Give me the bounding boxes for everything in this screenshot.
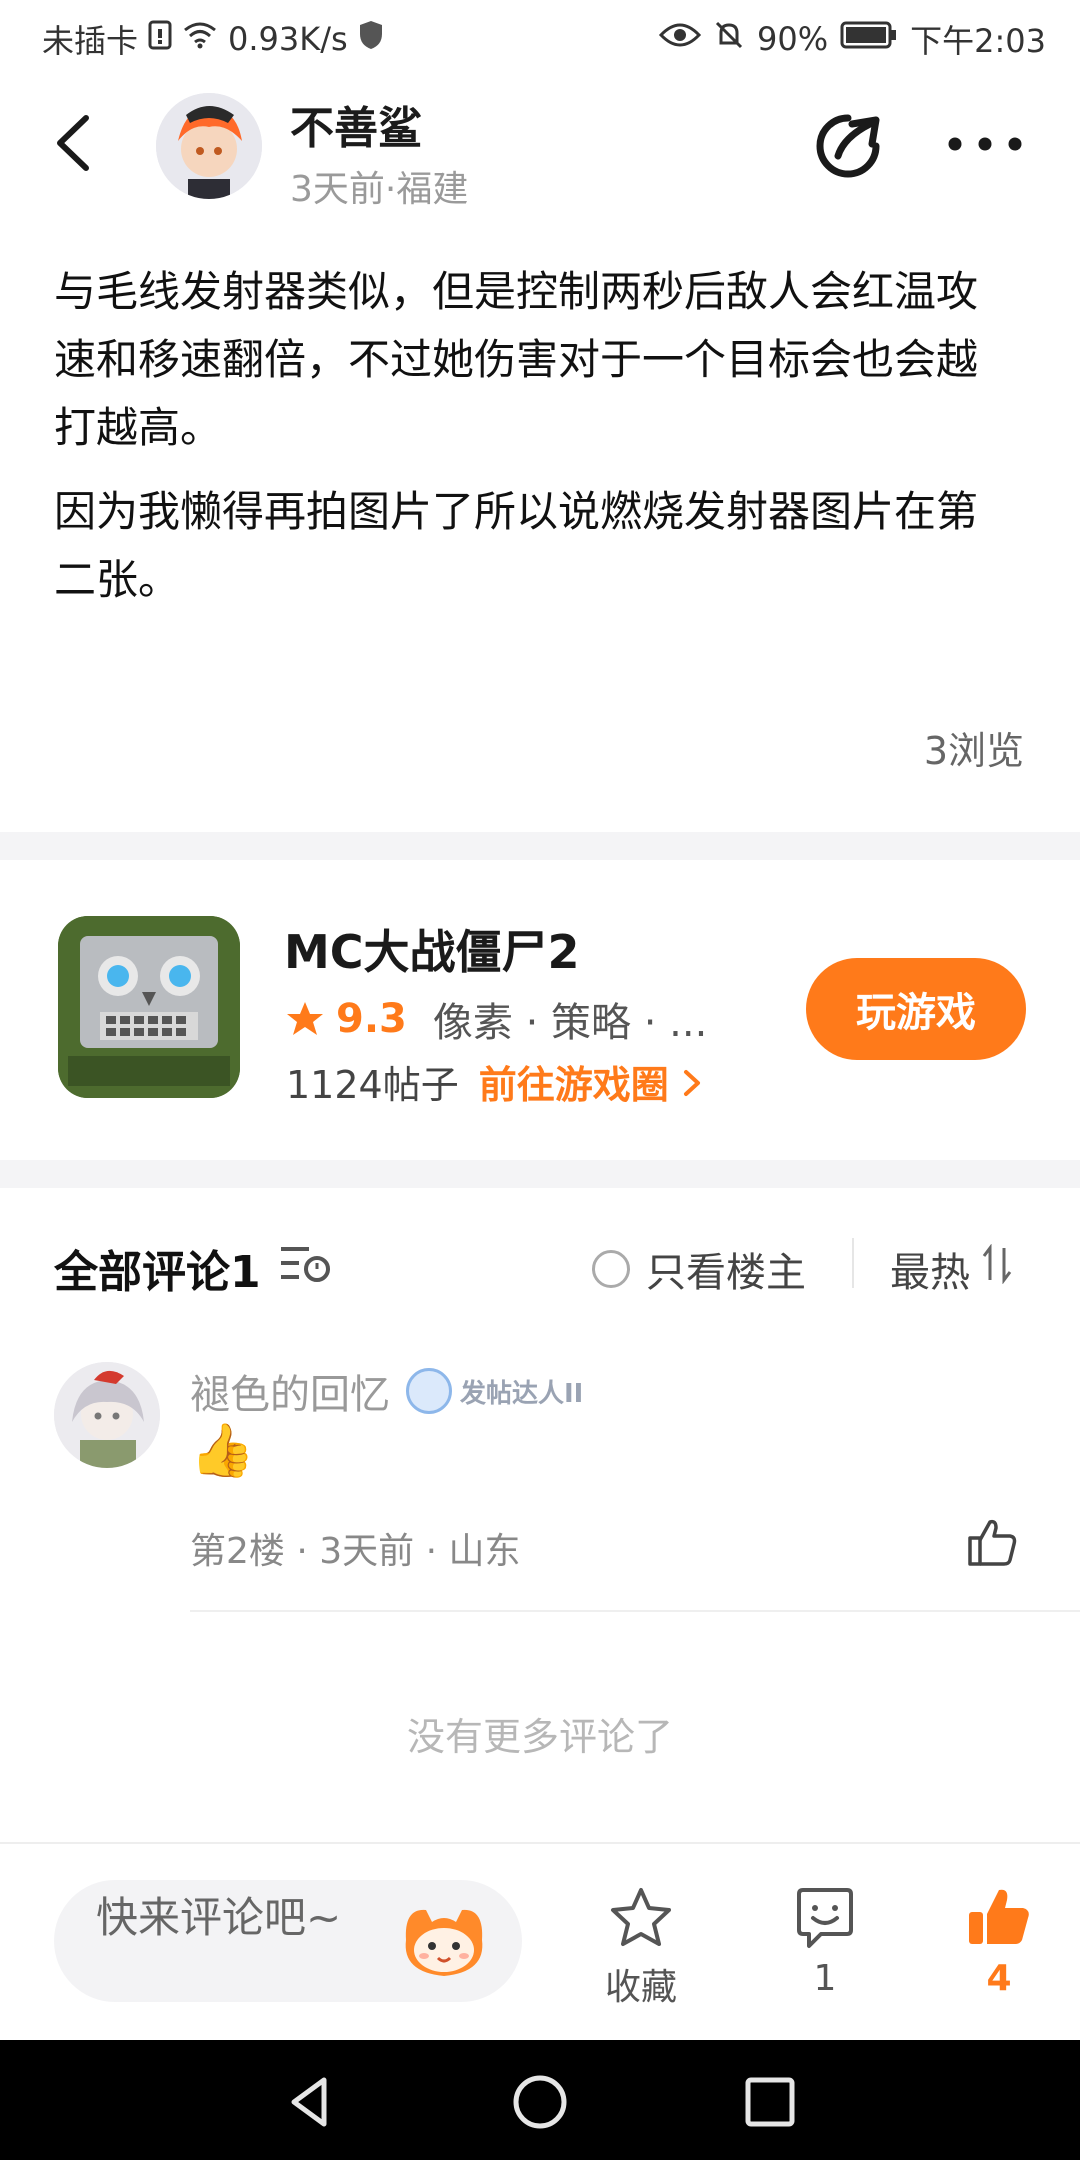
post-paragraph: 与毛线发射器类似，但是控制两秒后敌人会红温攻速和移速翻倍，不过她伤害对于一个目标… (54, 267, 979, 452)
square-recents-icon (745, 2077, 795, 2127)
comments-header: 全部评论1 (54, 1236, 333, 1300)
comment-bubble-icon (797, 1888, 853, 1948)
section-divider (0, 1160, 1080, 1188)
commenter-name[interactable]: 褪色的回忆 (190, 1362, 390, 1420)
nav-recents-button[interactable] (740, 2072, 800, 2132)
section-divider (0, 832, 1080, 860)
status-right: 90% 下午2:03 (658, 16, 1046, 62)
no-more-comments: 没有更多评论了 (406, 1715, 673, 1759)
game-logo-image (58, 916, 240, 1098)
comment-button[interactable]: 1 (750, 1884, 900, 1999)
nav-back-button[interactable] (280, 2072, 340, 2132)
play-game-button[interactable]: 玩游戏 (806, 958, 1026, 1060)
more-button[interactable] (946, 124, 1024, 164)
battery-icon (840, 20, 898, 58)
badge-icon (406, 1368, 452, 1414)
like-count: 4 (986, 1958, 1012, 1999)
favorite-button[interactable]: 收藏 (566, 1884, 716, 2010)
sort-toggle[interactable]: 最热 (890, 1240, 1012, 1298)
like-button[interactable]: 4 (924, 1884, 1074, 1999)
battery-text: 90% (757, 20, 829, 58)
sort-icon (982, 1243, 1012, 1294)
game-icon[interactable] (58, 916, 240, 1098)
star-outline-icon (611, 1888, 671, 1946)
radio-icon (592, 1250, 630, 1288)
comments-title: 全部评论1 (54, 1247, 261, 1298)
only-op-label: 只看楼主 (646, 1250, 806, 1296)
goto-game-circle-link[interactable]: 前往游戏圈 (479, 1054, 702, 1109)
carrier-text: 未插卡 (42, 22, 139, 60)
comment-filter-icon[interactable] (279, 1241, 333, 1296)
game-tags: 像素 · 策略 · ... (432, 1000, 708, 1046)
share-button[interactable] (812, 110, 892, 190)
vertical-divider (852, 1238, 854, 1288)
network-speed: 0.93K/s (228, 20, 348, 58)
rating-score: 9.3 (336, 996, 407, 1042)
game-stats: 1124帖子 前往游戏圈 (286, 1054, 702, 1109)
author-avatar[interactable] (156, 93, 262, 199)
more-dots-icon (948, 137, 1022, 151)
post-content: 与毛线发射器类似，但是控制两秒后敌人会红温攻速和移速翻倍，不过她伤害对于一个目标… (54, 258, 1014, 630)
shield-icon (358, 19, 384, 59)
mute-bell-icon (713, 19, 745, 59)
post-paragraph: 因为我懒得再拍图片了所以说燃烧发射器图片在第二张。 (54, 487, 979, 604)
post-meta: 3天前·福建 (290, 169, 469, 210)
comment-count: 1 (813, 1958, 837, 1999)
star-icon (287, 1002, 323, 1035)
sim-icon (148, 20, 172, 58)
comment-meta: 第2楼 · 3天前 · 山东 (190, 1531, 521, 1572)
avatar-image (54, 1362, 160, 1468)
circle-home-icon (513, 2075, 567, 2129)
only-op-toggle[interactable]: 只看楼主 (592, 1240, 806, 1298)
clock-text: 下午2:03 (910, 22, 1046, 60)
goto-label: 前往游戏圈 (478, 1063, 669, 1107)
comment-input-placeholder: 快来评论吧~ (96, 1893, 342, 1942)
triangle-back-icon (291, 2077, 327, 2127)
thumbs-up-icon (968, 1519, 1017, 1566)
nav-home-button[interactable] (510, 2072, 570, 2132)
commenter-avatar[interactable] (54, 1362, 160, 1468)
user-badge: 发帖达人II (406, 1368, 583, 1414)
avatar-image (156, 93, 262, 199)
status-bar: 未插卡 0.93K/s 90% 下午2:03 (0, 0, 1080, 74)
wifi-icon (182, 20, 218, 58)
comment-content: 👍 (190, 1421, 255, 1481)
post-count: 1124帖子 (286, 1063, 459, 1107)
comment-user-row: 褪色的回忆 发帖达人II (190, 1362, 583, 1420)
mascot-icon (396, 1900, 492, 1982)
thumbs-up-filled-icon (969, 1889, 1029, 1944)
view-count: 3浏览 (923, 729, 1024, 773)
game-title[interactable]: MC大战僵尸2 (284, 916, 580, 982)
author-name[interactable]: 不善鲨 (290, 92, 422, 156)
comment-like-button[interactable] (964, 1514, 1020, 1570)
game-rating: 9.3 像素 · 策略 · ... (286, 990, 707, 1048)
back-button[interactable] (48, 108, 108, 198)
chevron-right-icon (682, 1063, 702, 1107)
chevron-left-icon (57, 115, 89, 171)
share-icon (816, 114, 880, 178)
favorite-label: 收藏 (604, 1967, 677, 2008)
status-left: 未插卡 0.93K/s (42, 16, 384, 62)
sort-label: 最热 (890, 1250, 970, 1296)
eye-icon (658, 20, 702, 58)
comment-separator (190, 1610, 1080, 1612)
badge-label: 发帖达人II (460, 1378, 584, 1409)
